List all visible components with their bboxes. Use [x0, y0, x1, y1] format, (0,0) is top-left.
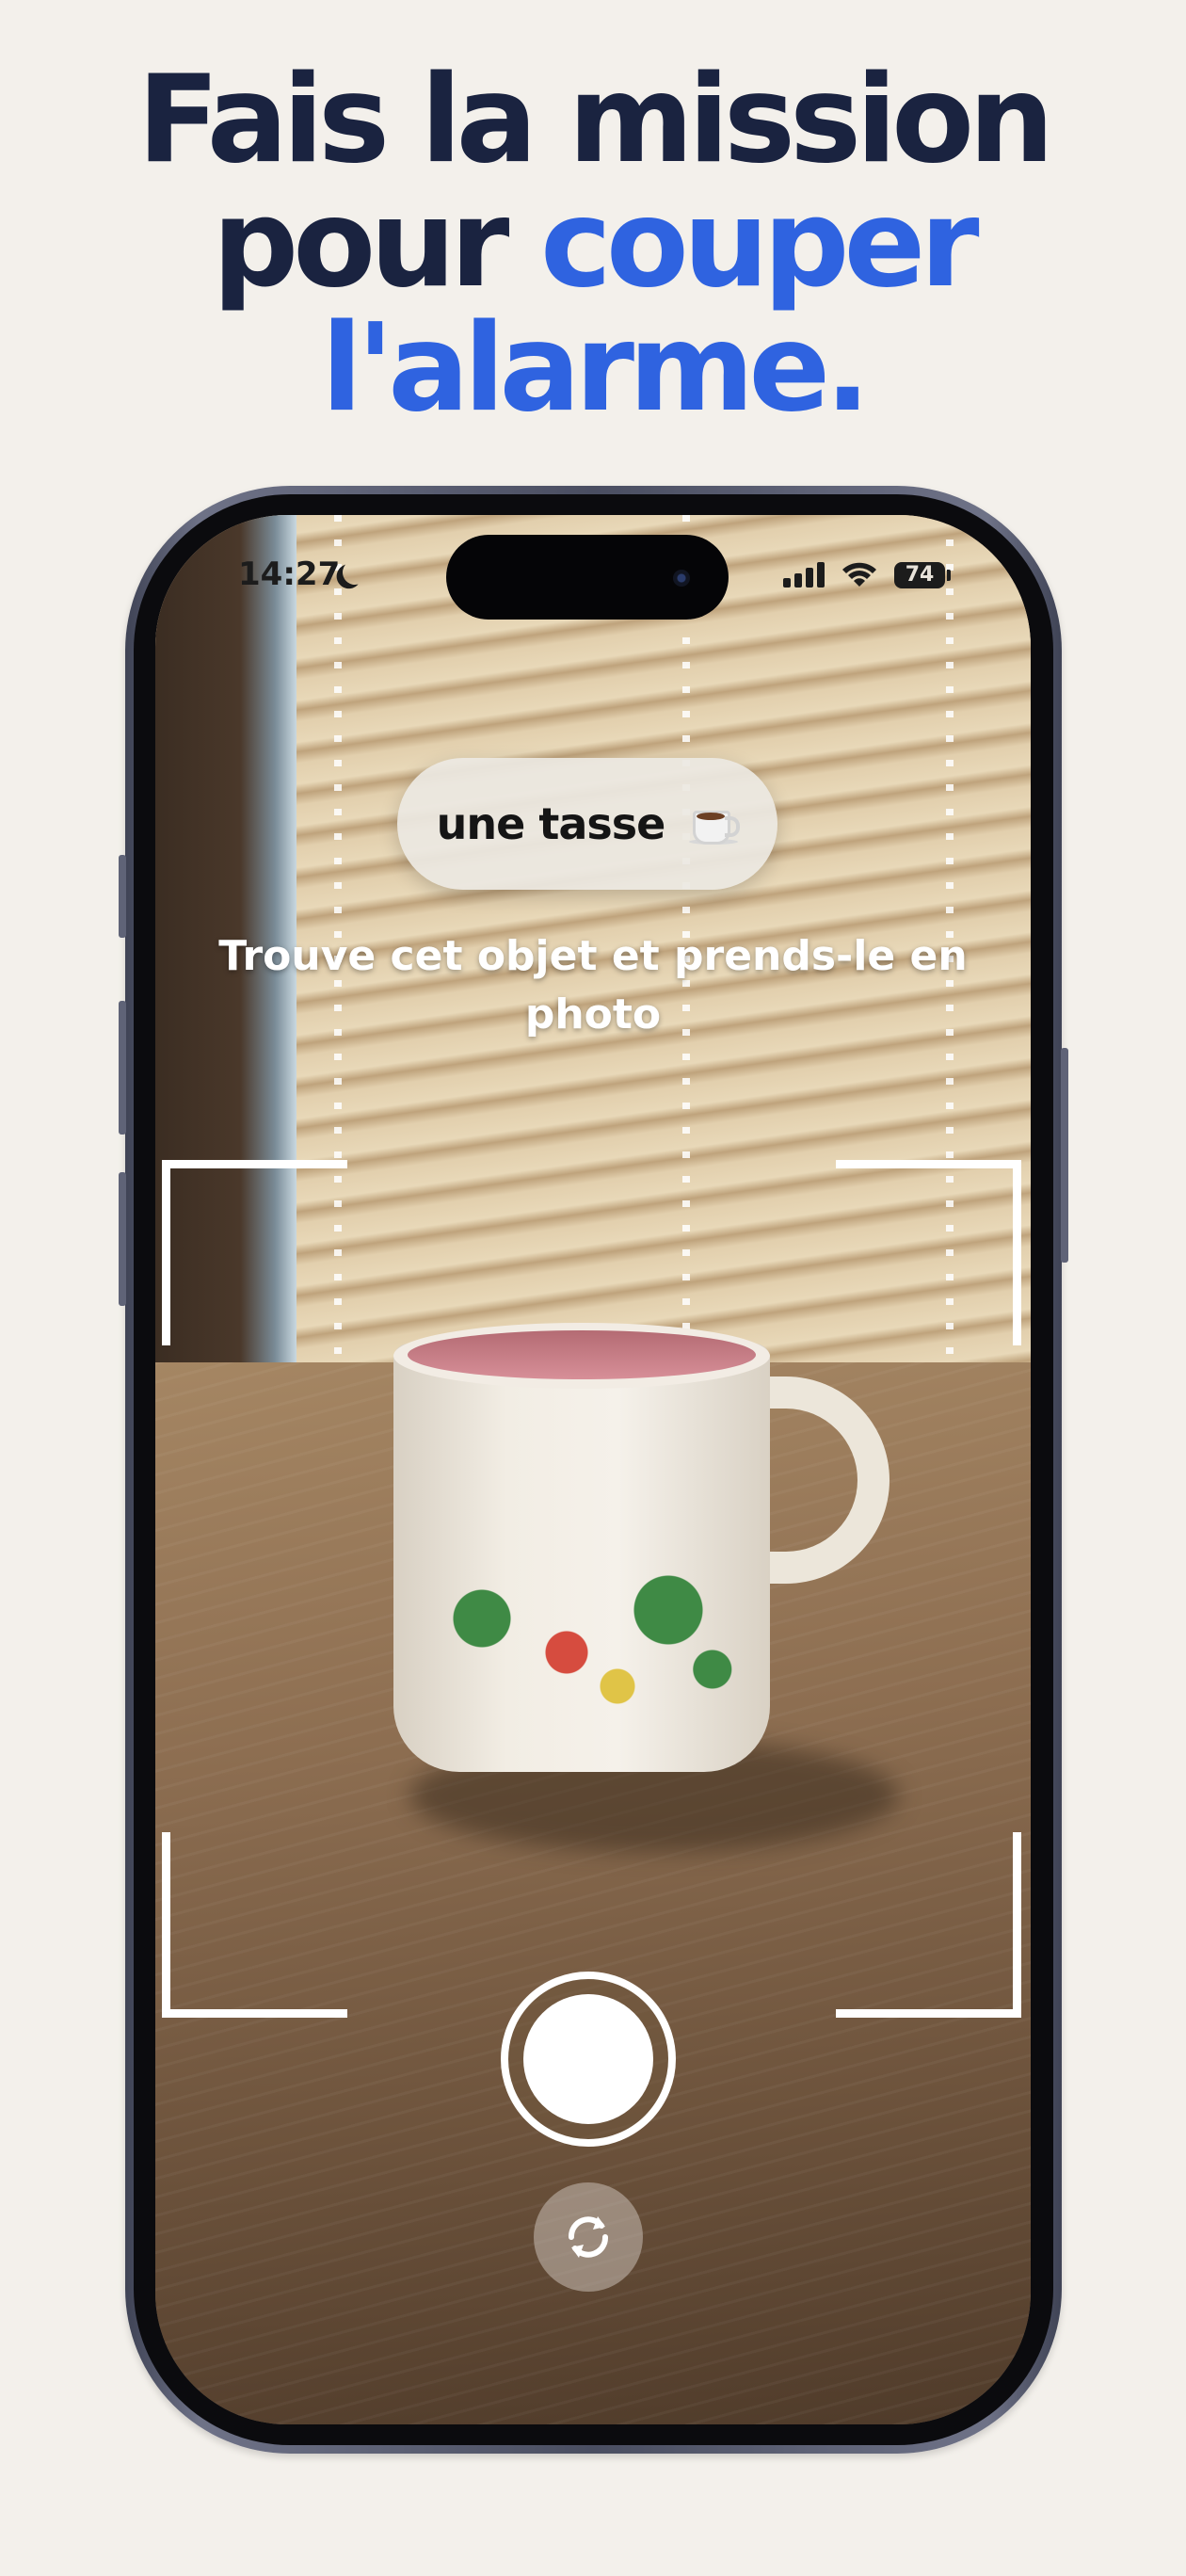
- shutter-button[interactable]: [501, 1972, 676, 2147]
- status-time: 14:27: [238, 555, 341, 593]
- phone-power-button: [1061, 1048, 1068, 1263]
- mission-instruction: Trouve cet objet et prends-le en photo: [218, 932, 968, 1038]
- headline-line-3: l'alarme.: [321, 298, 871, 439]
- phone-action-button: [119, 855, 126, 938]
- viewfinder-corner-bottom-right: [836, 1832, 1021, 2018]
- target-object-label: une tasse: [436, 798, 666, 849]
- mug-illustration: [414, 1551, 753, 1720]
- phone-volume-down-button: [119, 1172, 126, 1306]
- headline-line-2: pour couper: [0, 183, 1186, 307]
- flip-camera-button[interactable]: [534, 2182, 643, 2292]
- rotate-camera-icon: [569, 2216, 608, 2258]
- front-camera-icon: [673, 570, 690, 587]
- viewfinder-corner-top-right: [836, 1160, 1021, 1345]
- shutter-button-inner: [523, 1994, 653, 2124]
- coffee-cup-icon: [689, 803, 741, 845]
- battery-icon: 74: [894, 562, 945, 588]
- headline-accent-word: couper: [539, 174, 979, 314]
- headline-plain-word: pour: [212, 174, 510, 314]
- viewfinder-corner-bottom-left: [162, 1832, 347, 2018]
- headline-line-1: Fais la mission: [136, 50, 1054, 190]
- headline: Fais la mission pour couper l'alarme.: [0, 58, 1186, 431]
- phone-volume-up-button: [119, 1001, 126, 1135]
- battery-tip: [947, 570, 951, 581]
- viewfinder-corner-top-left: [162, 1160, 347, 1345]
- mug-inside: [408, 1330, 756, 1379]
- target-object-pill: une tasse: [397, 758, 777, 890]
- wifi-icon: [842, 562, 876, 587]
